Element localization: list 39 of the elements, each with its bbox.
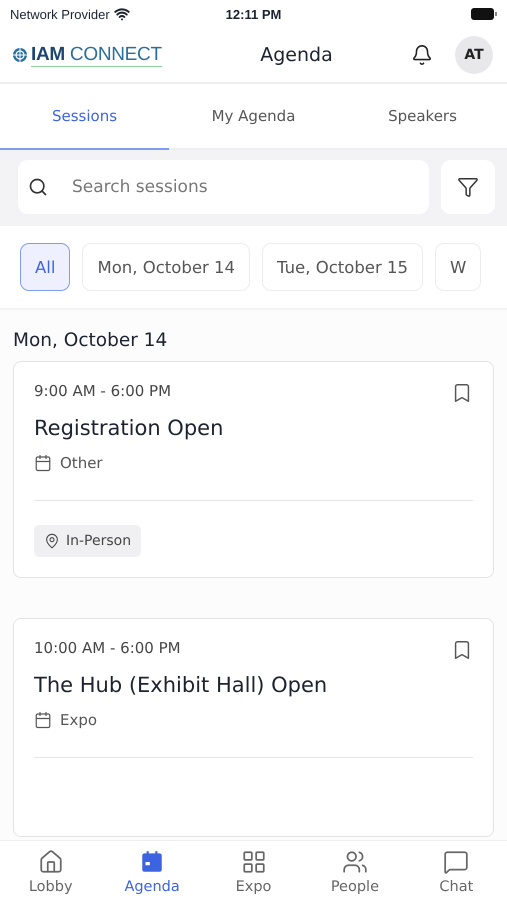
session-time: 9:00 AM - 6:00 PM <box>34 382 172 400</box>
search-field[interactable]: Search sessions <box>18 160 429 214</box>
logo-wordmark: IAM CONNECT <box>31 44 162 66</box>
people-icon <box>342 849 368 875</box>
day-heading: Mon, October 14 <box>13 330 168 351</box>
search-icon <box>28 177 48 197</box>
session-card[interactable]: 10:00 AM - 6:00 PM The Hub (Exhibit Hall) Open Expo <box>13 618 494 837</box>
session-title: The Hub (Exhibit Hall) Open <box>34 673 328 697</box>
nav-item[interactable]: Chat <box>406 841 507 900</box>
date-chip[interactable]: W <box>434 243 482 291</box>
page-title: Agenda <box>259 44 334 66</box>
notifications-button[interactable] <box>411 44 433 66</box>
avatar-button[interactable]: AT <box>455 36 493 74</box>
date-chip[interactable]: All <box>20 243 70 291</box>
carrier-name: Network Provider <box>10 6 110 22</box>
nav-item[interactable]: People <box>304 841 406 900</box>
session-time: 10:00 AM - 6:00 PM <box>34 639 181 657</box>
session-card[interactable]: 9:00 AM - 6:00 PM Registration Open Other In-Person <box>13 361 494 578</box>
battery-icon <box>471 8 497 20</box>
house-icon <box>38 849 64 875</box>
grid-icon <box>240 849 267 875</box>
location-label: In-Person <box>66 533 132 549</box>
location-pin-icon <box>44 533 60 549</box>
date-chip[interactable]: Mon, October 14 <box>82 243 250 291</box>
calendar-icon <box>34 454 52 472</box>
session-title: Registration Open <box>34 416 224 440</box>
calendar-icon <box>34 711 52 729</box>
nav-item[interactable]: Agenda <box>101 841 203 900</box>
filter-button[interactable] <box>441 160 495 214</box>
nav-item[interactable]: Expo <box>202 841 304 900</box>
chat-bubble-icon <box>443 849 470 875</box>
globe-icon <box>12 47 28 63</box>
wifi-icon <box>114 6 130 22</box>
filter-icon <box>457 176 479 198</box>
nav-item[interactable]: Lobby <box>0 841 102 900</box>
session-category: Other <box>60 454 103 472</box>
session-category: Expo <box>60 711 98 729</box>
date-chip[interactable]: Tue, October 15 <box>262 243 423 291</box>
clock: 12:11 PM <box>226 6 282 22</box>
